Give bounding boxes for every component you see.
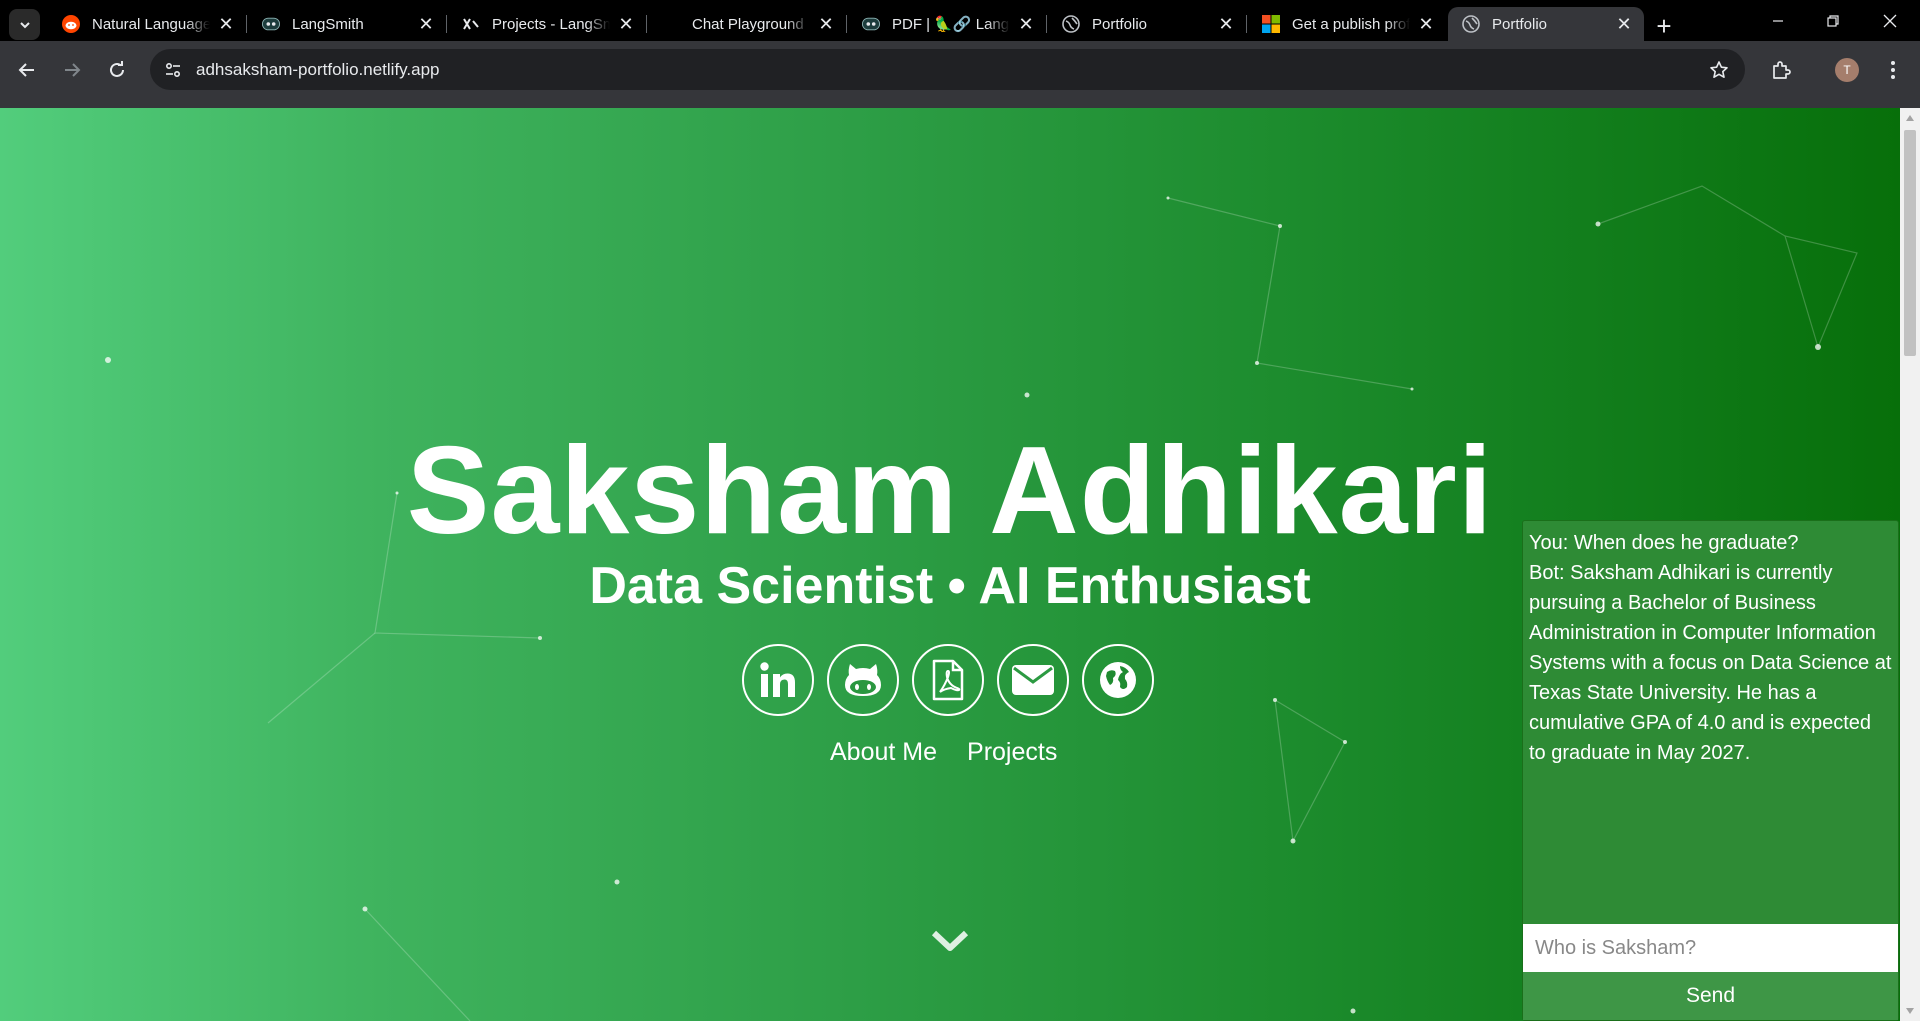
close-icon [1883, 14, 1897, 27]
langsmith-icon [262, 15, 280, 33]
globe-icon [1462, 15, 1480, 33]
close-icon[interactable]: ✕ [1614, 14, 1634, 34]
close-window-button[interactable] [1867, 0, 1913, 41]
close-icon[interactable]: ✕ [1216, 14, 1236, 34]
tab-title: LangSmith [292, 15, 364, 33]
arrow-left-icon [18, 63, 34, 77]
address-bar[interactable]: adhsaksham-portfolio.netlify.app [150, 49, 1745, 90]
chevron-down-icon [931, 930, 969, 951]
tab-langsmith[interactable]: LangSmith ✕ [248, 7, 447, 41]
tab-title: Natural Language [92, 15, 210, 33]
scroll-down-button[interactable] [930, 926, 970, 956]
tab-projects-langsmith[interactable]: Projects - LangSmith ✕ [448, 7, 647, 41]
blank-favicon [662, 15, 680, 33]
url-text: adhsaksham-portfolio.netlify.app [196, 60, 440, 79]
chat-log: You: When does he graduate? Bot: Saksham… [1523, 521, 1898, 924]
pdf-icon [932, 659, 964, 701]
page-scrollbar[interactable] [1900, 108, 1920, 1021]
minimize-icon [1773, 19, 1783, 22]
chat-input[interactable] [1523, 924, 1898, 972]
close-icon[interactable]: ✕ [216, 14, 236, 34]
email-button[interactable] [997, 644, 1069, 716]
social-links [742, 644, 1154, 716]
langsmith-tools-icon [462, 15, 480, 33]
chevron-down-icon [19, 21, 30, 28]
profile-button[interactable]: T [1833, 56, 1861, 84]
globe-icon [1062, 15, 1080, 33]
tab-portfolio-active[interactable]: Portfolio ✕ [1448, 7, 1644, 41]
send-button[interactable]: Send [1523, 972, 1898, 1020]
browser-toolbar: adhsaksham-portfolio.netlify.app T [0, 41, 1920, 108]
website-button[interactable] [1082, 644, 1154, 716]
github-button[interactable] [827, 644, 899, 716]
chatbot-widget: You: When does he graduate? Bot: Saksham… [1522, 520, 1899, 1021]
more-vertical-icon [1891, 61, 1895, 79]
close-icon[interactable]: ✕ [1416, 14, 1436, 34]
tab-title: Chat Playground [692, 15, 804, 33]
new-tab-button[interactable]: + [1650, 11, 1678, 41]
tab-separator [646, 15, 647, 33]
restore-button[interactable] [1810, 0, 1856, 41]
tab-search-button[interactable] [9, 9, 40, 40]
tab-title: Get a publish profile [1292, 15, 1410, 33]
arrow-right-icon [65, 63, 81, 77]
tab-chat-playground[interactable]: Chat Playground ✕ [648, 7, 847, 41]
triangle-up-icon [1906, 115, 1914, 121]
linkedin-icon [760, 662, 795, 697]
portfolio-page: Saksham Adhikari Data Scientist • AI Ent… [0, 108, 1900, 1021]
extensions-button[interactable] [1767, 56, 1795, 84]
tab-publish-profile[interactable]: Get a publish profile ✕ [1248, 7, 1446, 41]
forward-button[interactable] [57, 55, 87, 85]
site-info-icon[interactable] [160, 57, 186, 83]
tab-separator [1046, 15, 1047, 33]
about-me-link[interactable]: About Me [830, 738, 937, 767]
tab-separator [1246, 15, 1247, 33]
tab-title: Projects - LangSmith [492, 15, 610, 33]
reload-icon [110, 61, 124, 77]
tab-pdf-langchain[interactable]: PDF | 🦜🔗 LangChain ✕ [848, 7, 1047, 41]
scroll-up-arrow[interactable] [1900, 108, 1920, 128]
globe-icon [1100, 662, 1136, 698]
tab-title: PDF | 🦜🔗 LangChain [892, 16, 1010, 33]
tab-separator [246, 15, 247, 33]
resume-pdf-button[interactable] [912, 644, 984, 716]
tab-title: Portfolio [1092, 15, 1148, 33]
puzzle-icon [1773, 61, 1791, 79]
avatar: T [1835, 58, 1859, 82]
email-icon [1012, 665, 1054, 695]
restore-icon [1827, 14, 1839, 27]
tab-title: Portfolio [1492, 15, 1548, 33]
hero-nav-links: About Me Projects [830, 738, 1057, 767]
tab-separator [446, 15, 447, 33]
triangle-down-icon [1906, 1008, 1914, 1014]
minimize-button[interactable] [1755, 0, 1801, 41]
user-message: You: When does he graduate? [1529, 532, 1799, 554]
bot-message: Bot: Saksham Adhikari is currently pursu… [1529, 562, 1892, 764]
tab-portfolio[interactable]: Portfolio ✕ [1048, 7, 1247, 41]
close-icon[interactable]: ✕ [416, 14, 436, 34]
scroll-thumb[interactable] [1904, 130, 1916, 356]
browser-menu-button[interactable] [1879, 56, 1907, 84]
reddit-icon [62, 15, 80, 33]
microsoft-icon [1262, 15, 1280, 33]
bookmark-star-icon[interactable] [1707, 58, 1731, 82]
projects-link[interactable]: Projects [967, 738, 1057, 767]
tab-natural-language[interactable]: Natural Language ✕ [48, 7, 247, 41]
tab-separator [846, 15, 847, 33]
scroll-down-arrow[interactable] [1900, 1001, 1920, 1021]
back-button[interactable] [12, 55, 42, 85]
close-icon[interactable]: ✕ [816, 14, 836, 34]
langsmith-icon [862, 15, 880, 33]
tab-strip: Natural Language ✕ LangSmith ✕ Projects … [0, 0, 1920, 41]
close-icon[interactable]: ✕ [616, 14, 636, 34]
close-icon[interactable]: ✕ [1016, 14, 1036, 34]
linkedin-button[interactable] [742, 644, 814, 716]
github-icon [845, 664, 881, 696]
reload-button[interactable] [102, 55, 132, 85]
